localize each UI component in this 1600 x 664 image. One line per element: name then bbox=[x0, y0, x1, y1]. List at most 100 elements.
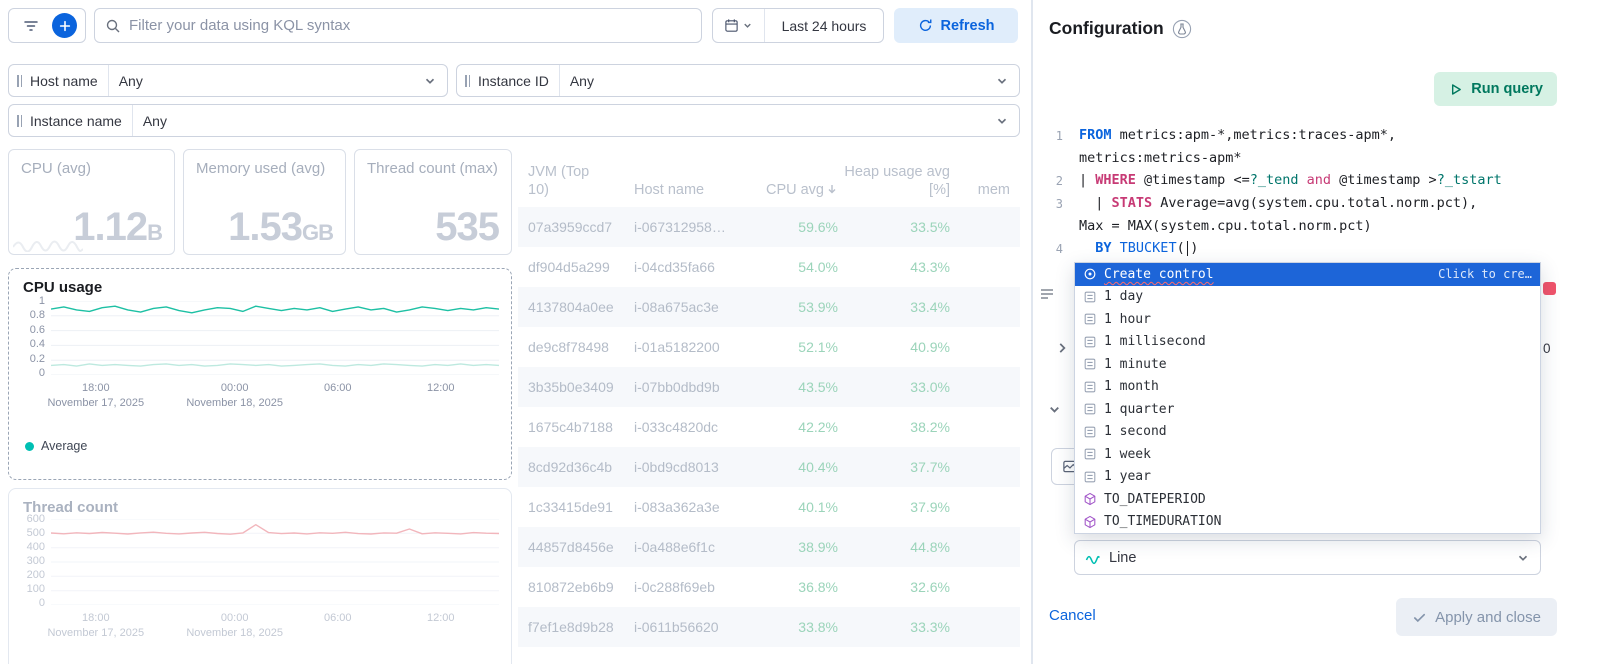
chart-type-select[interactable]: Line bbox=[1074, 540, 1541, 575]
column-header-heap-usage[interactable]: Heap usage avg [%] bbox=[842, 164, 954, 199]
suggestion-1-year[interactable]: 1 year bbox=[1075, 466, 1540, 489]
suggestion-1-week[interactable]: 1 week bbox=[1075, 443, 1540, 466]
column-header-cpu-avg[interactable]: CPU avg bbox=[754, 182, 842, 199]
heap-usage-cell: 38.2% bbox=[910, 419, 950, 435]
suggestion-1-minute[interactable]: 1 minute bbox=[1075, 353, 1540, 376]
chart-type-value: Line bbox=[1109, 549, 1137, 566]
suggestion-label: 1 week bbox=[1104, 446, 1151, 462]
chevron-down-icon bbox=[995, 74, 1009, 88]
heap-usage-cell: 33.0% bbox=[910, 379, 950, 395]
y-tick-label: 200 bbox=[26, 569, 45, 581]
suggestion-label: 1 year bbox=[1104, 469, 1151, 485]
search-input[interactable] bbox=[129, 17, 691, 34]
table-row[interactable]: 1c33415de91 i-083a362a3e 40.1% 37.9% bbox=[518, 487, 1020, 527]
date-picker: Last 24 hours bbox=[712, 8, 884, 43]
table-row[interactable]: 4137804a0ee i-08a675ac3e 53.9% 33.4% bbox=[518, 287, 1020, 327]
hidden-chevron-right-icon[interactable] bbox=[1055, 341, 1069, 355]
suggestion-1-month[interactable]: 1 month bbox=[1075, 376, 1540, 399]
table-row[interactable]: f7ef1e8d9b28 i-0611b56620 33.8% 33.3% bbox=[518, 607, 1020, 647]
metric-title: Thread count (max) bbox=[367, 160, 498, 177]
esql-editor[interactable]: 1 FROM metrics:apm-*,metrics:traces-apm*,… bbox=[1049, 124, 1594, 260]
suggestion-to_dateperiod[interactable]: TO_DATEPERIOD bbox=[1075, 488, 1540, 511]
drag-handle-icon[interactable] bbox=[465, 74, 470, 87]
jvm-id-cell: 1c33415de91 bbox=[528, 499, 613, 515]
table-row[interactable]: 810872eb6b9 i-0c288f69eb 36.8% 32.6% bbox=[518, 567, 1020, 607]
hidden-chevron-down-icon[interactable] bbox=[1047, 402, 1062, 417]
cancel-button[interactable]: Cancel bbox=[1049, 607, 1096, 624]
constant-icon bbox=[1083, 312, 1097, 326]
control-instance-id[interactable]: Instance ID Any bbox=[456, 64, 1020, 97]
chart-canvas bbox=[51, 519, 499, 605]
cpu-usage-panel[interactable]: CPU usage 1 0.8 0.6 0.4 0.2 0 18:00 November 1… bbox=[8, 268, 512, 480]
suggestion-1-millisecond[interactable]: 1 millisecond bbox=[1075, 331, 1540, 354]
code-line[interactable]: Max = MAX(system.cpu.total.norm.pct) bbox=[1079, 215, 1372, 237]
x-tick-label: 06:00 bbox=[323, 382, 352, 394]
drag-handle-icon[interactable] bbox=[17, 114, 22, 127]
constant-icon bbox=[1083, 425, 1097, 439]
suggestion-1-hour[interactable]: 1 hour bbox=[1075, 308, 1540, 331]
legend-label: Average bbox=[41, 439, 88, 453]
kql-search-bar bbox=[94, 8, 702, 43]
add-control-button[interactable] bbox=[52, 13, 78, 38]
host-name-cell: i-0c288f69eb bbox=[634, 579, 715, 595]
thread-chart-x-axis: 18:00 November 17, 2025 00:00 November 18, … bbox=[47, 611, 499, 641]
line-chart-icon bbox=[1085, 550, 1101, 566]
apply-and-close-button[interactable]: Apply and close bbox=[1396, 598, 1557, 636]
jvm-id-cell: 8cd92d36c4b bbox=[528, 459, 613, 475]
filter-button[interactable] bbox=[17, 12, 45, 40]
y-tick-label: 0 bbox=[38, 366, 45, 379]
control-instance-name[interactable]: Instance name Any bbox=[8, 104, 1020, 137]
cpu-avg-cell: 38.9% bbox=[798, 539, 838, 555]
thread-count-panel[interactable]: Thread count 600 500 400 300 200 100 0 18:00 No… bbox=[8, 488, 512, 664]
suggestion-1-quarter[interactable]: 1 quarter bbox=[1075, 398, 1540, 421]
host-name-cell: i-067312958… bbox=[634, 219, 726, 235]
chevron-down-icon bbox=[423, 74, 437, 88]
code-line[interactable]: | WHERE @timestamp <=?_tend and @timesta… bbox=[1079, 169, 1502, 192]
cpu-avg-cell: 42.2% bbox=[798, 419, 838, 435]
constant-icon bbox=[1083, 402, 1097, 416]
host-name-cell: i-0a488e6f1c bbox=[634, 539, 715, 555]
column-header-mem[interactable]: mem bbox=[954, 182, 1020, 199]
table-row[interactable]: 3b35b0e3409 i-07bb0dbd9b 43.5% 33.0% bbox=[518, 367, 1020, 407]
suggestion-label: 1 minute bbox=[1104, 356, 1167, 372]
cpu-avg-cell: 43.5% bbox=[798, 379, 838, 395]
heap-usage-cell: 33.4% bbox=[910, 299, 950, 315]
table-row[interactable]: 44857d8456e i-0a488e6f1c 38.9% 44.8% bbox=[518, 527, 1020, 567]
suggestion-1-second[interactable]: 1 second bbox=[1075, 421, 1540, 444]
code-line[interactable]: metrics:metrics-apm* bbox=[1079, 147, 1242, 169]
suggestion-label: Create control bbox=[1104, 266, 1214, 282]
code-line[interactable]: FROM metrics:apm-*,metrics:traces-apm*, bbox=[1079, 124, 1396, 147]
cpu-chart-plot bbox=[51, 301, 499, 375]
column-header-host-name[interactable]: Host name bbox=[634, 182, 754, 199]
constant-icon bbox=[1083, 357, 1097, 371]
suggestion-create-control[interactable]: Create control Click to cre… bbox=[1075, 263, 1540, 286]
hidden-value-fragment: 0 bbox=[1543, 341, 1551, 356]
cpu-avg-cell: 40.4% bbox=[798, 459, 838, 475]
jvm-table-rows: 07a3959ccd7 i-067312958… 59.6% 33.5% df904d5… bbox=[518, 207, 1020, 647]
table-row[interactable]: 1675c4b7188 i-033c4820dc 42.2% 38.2% bbox=[518, 407, 1020, 447]
play-icon bbox=[1448, 82, 1463, 97]
table-row[interactable]: de9c8f78498 i-01a5182200 52.1% 40.9% bbox=[518, 327, 1020, 367]
time-range-button[interactable]: Last 24 hours bbox=[765, 9, 883, 42]
legend-item-average[interactable]: Average bbox=[25, 439, 87, 453]
control-host-name[interactable]: Host name Any bbox=[8, 64, 448, 97]
table-row[interactable]: 07a3959ccd7 i-067312958… 59.6% 33.5% bbox=[518, 207, 1020, 247]
drag-handle-icon[interactable] bbox=[17, 74, 22, 87]
calendar-button[interactable] bbox=[713, 9, 765, 42]
cpu-avg-cell: 33.8% bbox=[798, 619, 838, 635]
control-value: Any bbox=[569, 72, 594, 89]
code-line[interactable]: BY TBUCKET() bbox=[1079, 237, 1198, 260]
table-row[interactable]: df904d5a299 i-04cd35fa66 54.0% 43.3% bbox=[518, 247, 1020, 287]
suggestion-to_timeduration[interactable]: TO_TIMEDURATION bbox=[1075, 511, 1540, 534]
suggestion-label: TO_TIMEDURATION bbox=[1104, 514, 1222, 530]
table-row[interactable]: 8cd92d36c4b i-0bd9cd8013 40.4% 37.7% bbox=[518, 447, 1020, 487]
code-line[interactable]: | STATS Average=avg(system.cpu.total.nor… bbox=[1079, 192, 1477, 215]
suggestion-1-day[interactable]: 1 day bbox=[1075, 286, 1540, 309]
refresh-button[interactable]: Refresh bbox=[894, 8, 1018, 43]
cpu-avg-cell: 54.0% bbox=[798, 259, 838, 275]
metric-card-memory-used: Memory used (avg) 1.53GB bbox=[183, 149, 346, 255]
cpu-chart-x-axis: 18:00 November 17, 2025 00:00 November 18, … bbox=[47, 381, 499, 411]
run-query-button[interactable]: Run query bbox=[1434, 72, 1557, 106]
heap-usage-cell: 37.7% bbox=[910, 459, 950, 475]
suggestion-label: 1 hour bbox=[1104, 311, 1151, 327]
